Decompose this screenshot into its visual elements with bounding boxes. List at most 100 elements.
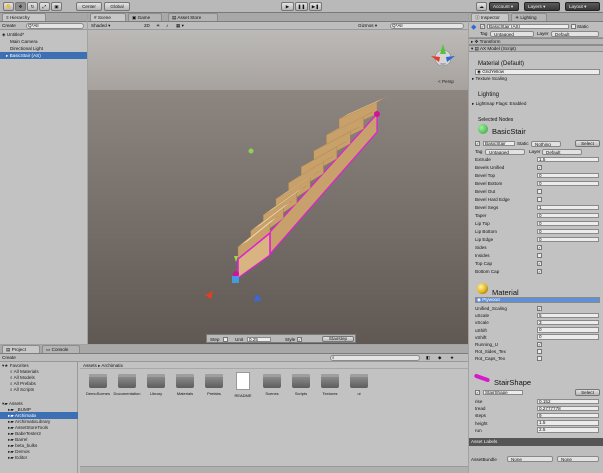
param-input[interactable]: 2.5 [537,427,599,433]
layer-dropdown[interactable]: Default [551,30,599,37]
param-input[interactable]: 3 [537,319,599,326]
tab-inspector[interactable]: ⓘ Inspector [471,13,509,21]
stair-handle-top[interactable] [374,111,380,117]
asset-bundle-dropdown[interactable]: None [507,456,553,462]
param-checkbox[interactable]: ✓ [537,245,542,250]
param-input[interactable]: 0 [537,212,599,218]
static-checkbox[interactable] [571,24,576,29]
step-button[interactable]: ▶❚ [309,2,322,11]
active-checkbox[interactable]: ✓ [480,24,485,29]
space-toggle-button[interactable]: Global [104,2,130,11]
account-dropdown[interactable]: Account ▾ [489,2,519,11]
asset-folder[interactable]: ▸▰ Editor [0,454,78,461]
play-button[interactable]: ▶ [281,2,294,11]
param-input[interactable]: 0 [537,334,599,340]
lighting-toggle-icon[interactable]: ☀ [156,23,160,29]
shape-active-checkbox[interactable]: ✓ [475,390,480,395]
node-static-dropdown[interactable]: Nothing [531,140,561,147]
param-input[interactable]: 5 [537,312,599,319]
tab-scene[interactable]: # Scene [90,13,126,21]
pivot-handle[interactable] [232,276,239,283]
asset-grid-item[interactable]: Textures [316,372,344,404]
shape-select-button[interactable]: Select [575,389,600,396]
filter-type-icon[interactable]: ◧ [426,355,430,361]
tab-hierarchy[interactable]: ≡ Hierarchy [2,13,46,21]
pivot-toggle-button[interactable]: Center [76,2,102,11]
hierarchy-item[interactable]: Main Camera [0,38,87,45]
node-tag-dropdown[interactable]: Untagged [485,148,525,155]
cloud-button[interactable]: ☁ [476,2,487,11]
param-input[interactable]: 1.5 [537,420,599,426]
rotate-tool-button[interactable]: ↻ [27,2,38,11]
asset-grid-item[interactable]: DemoScenes [84,372,112,404]
node-layer-dropdown[interactable]: Default [542,148,582,155]
param-checkbox[interactable] [537,189,542,194]
hierarchy-create-button[interactable]: Create [2,23,16,28]
asset-grid-item[interactable]: Scenes [258,372,286,404]
hierarchy-search-input[interactable]: Q*All [26,23,84,29]
mode-2d-toggle[interactable]: 2D [144,23,150,28]
scene-viewport[interactable] [88,30,468,344]
asset-grid-item[interactable]: README [229,372,257,404]
node-name-field[interactable]: BasicStair [483,140,515,146]
tab-asset-store[interactable]: ▤ Asset Store [168,13,218,21]
asset-grid-item[interactable]: Scripts [287,372,315,404]
param-checkbox[interactable]: ✓ [537,261,542,266]
param-checkbox[interactable] [537,197,542,202]
pause-button[interactable]: ❚❚ [295,2,308,11]
hierarchy-item[interactable]: Directional Light [0,45,87,52]
project-scrollbar[interactable] [80,466,468,473]
object-name-field[interactable]: BasicStair (AS) [487,23,569,29]
param-input[interactable]: 0 [537,236,599,242]
param-checkbox[interactable] [537,253,542,258]
scene-root-row[interactable]: ◈ Untitled* [0,31,87,38]
param-input[interactable]: 0 [537,180,599,186]
texture-scaling-foldout[interactable]: ▸ Texture Scaling [472,76,507,82]
scale-tool-button[interactable]: ⤢ [39,2,50,11]
asset-grid-item[interactable]: ui [345,372,373,404]
param-input[interactable]: 0 [537,327,599,333]
transform-component-header[interactable]: ▸ ✥ Transform [469,38,603,45]
asset-bundle-variant-dropdown[interactable]: None [557,456,599,462]
param-input[interactable]: 0.152 [537,398,599,404]
param-checkbox[interactable]: ✓ [537,342,542,347]
stairstep-button[interactable]: Stairstep [322,336,354,342]
param-checkbox[interactable]: ✓ [537,269,542,274]
param-input[interactable]: 0 [537,220,599,226]
param-checkbox[interactable]: ✓ [537,306,542,311]
asset-grid-item[interactable]: Documentation [113,372,141,404]
move-tool-button[interactable]: ✥ [15,2,26,11]
scene-search-input[interactable]: Q*All [390,23,464,29]
asset-grid-item[interactable]: Prefabs [200,372,228,404]
asset-grid-item[interactable]: Materials [171,372,199,404]
favorite-star-icon[interactable]: ★ [450,355,454,361]
param-checkbox[interactable] [537,349,542,355]
favorite-item[interactable]: ⌕ All Scripts [0,386,78,393]
param-checkbox[interactable] [537,356,542,362]
param-input[interactable]: 0 [537,172,599,178]
param-input[interactable]: 1.5 [537,156,599,162]
shading-mode-dropdown[interactable]: Shaded ▾ [91,23,110,29]
unit-input[interactable]: 0.25 [247,336,271,342]
hierarchy-item-selected[interactable]: ▸ BasicStair (AS) [0,52,87,59]
style-checkbox[interactable]: ✓ [297,336,302,342]
param-input[interactable]: 0.2777778 [537,405,599,412]
node-select-button[interactable]: Select [575,140,600,147]
material-default-field[interactable]: ◉ GridYellow [475,69,600,75]
hand-tool-button[interactable]: ✋ [3,2,14,11]
shape-name-field[interactable]: StairShape [483,389,523,395]
tab-lighting[interactable]: ☀ Lighting [511,13,547,21]
audio-toggle-icon[interactable]: ♪ [166,23,168,28]
param-input[interactable]: 1 [537,204,599,210]
param-input[interactable]: 0 [537,228,599,234]
layout-dropdown[interactable]: Layout ▾ [565,2,600,11]
persp-label[interactable]: < Persp [438,79,454,84]
stair-handle-mid[interactable] [248,148,254,154]
gizmos-dropdown[interactable]: Gizmos ▾ [358,23,377,29]
asset-grid-item[interactable]: Library [142,372,170,404]
script-component-header[interactable]: ▾ ▤ AX Model (Script) [469,45,603,52]
tag-dropdown[interactable]: Untagged [490,30,534,37]
node-active-checkbox[interactable]: ✓ [475,141,480,146]
effects-dropdown-icon[interactable]: ▦ ▾ [176,23,184,29]
tab-console[interactable]: ▭ Console [42,345,80,353]
